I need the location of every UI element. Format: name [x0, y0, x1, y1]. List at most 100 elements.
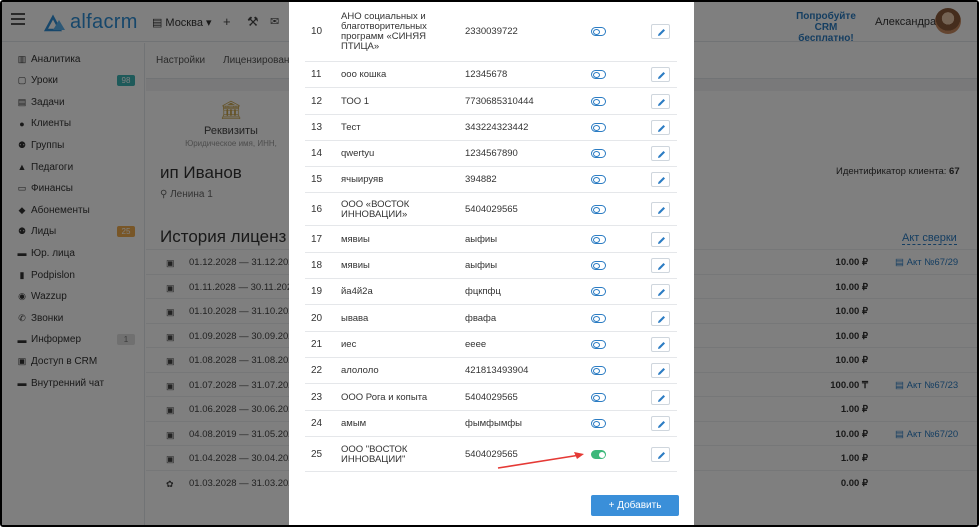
- entity-name: йа4й2а: [341, 286, 373, 297]
- entity-name: иес: [341, 339, 357, 350]
- edit-button[interactable]: [651, 446, 670, 462]
- entity-name: ООО «ВОСТОК ИННОВАЦИИ»: [341, 198, 410, 220]
- active-toggle[interactable]: [591, 261, 606, 270]
- add-legal-entity-button[interactable]: + Добавить: [591, 495, 679, 516]
- pencil-icon: [658, 394, 665, 402]
- pencil-icon: [658, 315, 665, 323]
- active-toggle[interactable]: [591, 313, 606, 323]
- entity-inn: аыфиы: [465, 260, 498, 271]
- edit-button[interactable]: [651, 284, 670, 299]
- table-row: 20 ывава фвафа: [305, 305, 677, 332]
- entity-inn: 394882: [465, 174, 497, 185]
- edit-button[interactable]: [651, 93, 670, 109]
- table-row: 10 АНО социальных и благотворительных про…: [305, 2, 677, 62]
- entity-name: ООО "ВОСТОК ИННОВАЦИИ": [341, 443, 408, 465]
- active-toggle[interactable]: [591, 175, 606, 184]
- edit-button[interactable]: [651, 24, 670, 39]
- row-number: 17: [311, 233, 323, 245]
- entity-name: ТОО 1: [341, 95, 370, 107]
- entity-name: qwertyu: [341, 148, 375, 159]
- table-row: 22 алололо 421813493904: [305, 358, 677, 384]
- active-toggle[interactable]: [591, 287, 606, 296]
- active-toggle[interactable]: [591, 70, 606, 79]
- row-number: 24: [311, 418, 323, 429]
- edit-button[interactable]: [651, 201, 670, 217]
- active-toggle[interactable]: [591, 204, 606, 214]
- active-toggle[interactable]: [591, 234, 606, 244]
- entity-name: АНО социальных и благотворительных прогр…: [341, 11, 427, 52]
- entity-inn: аыфиы: [465, 233, 498, 245]
- row-number: 25: [311, 448, 323, 460]
- edit-button[interactable]: [651, 337, 670, 352]
- pencil-icon: [658, 29, 665, 36]
- active-toggle[interactable]: [591, 340, 606, 349]
- table-row: 11 ооо кошка 12345678: [305, 62, 677, 88]
- row-number: 23: [311, 391, 323, 403]
- legal-entities-modal: 10 АНО социальных и благотворительных про…: [289, 2, 694, 525]
- entity-name: Тест: [341, 122, 361, 133]
- row-number: 14: [311, 148, 323, 159]
- edit-button[interactable]: [651, 231, 670, 247]
- entity-inn: фцкпфц: [465, 286, 501, 297]
- row-number: 19: [311, 286, 323, 297]
- active-toggle[interactable]: [591, 123, 606, 132]
- entity-name: ывава: [341, 312, 369, 324]
- table-row: 14 qwertyu 1234567890: [305, 141, 677, 167]
- table-row: 19 йа4й2а фцкпфц: [305, 279, 677, 305]
- entity-name: амым: [341, 418, 367, 429]
- active-toggle[interactable]: [591, 27, 606, 36]
- pencil-icon: [658, 151, 665, 158]
- entity-name: алололо: [341, 365, 379, 376]
- row-number: 16: [311, 203, 323, 215]
- active-toggle[interactable]: [591, 96, 606, 106]
- row-number: 11: [311, 69, 322, 80]
- entity-name: ячыируяв: [341, 174, 384, 185]
- table-row: 18 мявиы аыфиы: [305, 253, 677, 279]
- row-number: 15: [311, 174, 323, 185]
- pencil-icon: [658, 421, 665, 428]
- annotation-arrow-icon: [497, 452, 584, 469]
- pencil-icon: [658, 72, 665, 79]
- pencil-icon: [658, 98, 665, 106]
- pencil-icon: [658, 342, 665, 349]
- edit-button[interactable]: [651, 258, 670, 273]
- row-number: 18: [311, 260, 323, 271]
- edit-button[interactable]: [651, 172, 670, 187]
- entity-name: мявиы: [341, 260, 370, 271]
- edit-button[interactable]: [651, 310, 670, 326]
- active-toggle[interactable]: [591, 449, 606, 459]
- table-row: 17 мявиы аыфиы: [305, 226, 677, 253]
- edit-button[interactable]: [651, 146, 670, 161]
- pencil-icon: [658, 289, 665, 296]
- active-toggle[interactable]: [591, 392, 606, 402]
- entity-inn: 12345678: [465, 69, 508, 80]
- pencil-icon: [658, 451, 665, 459]
- pencil-icon: [658, 236, 665, 244]
- row-number: 21: [311, 339, 323, 350]
- entity-name: мявиы: [341, 233, 370, 245]
- pencil-icon: [658, 368, 665, 375]
- edit-button[interactable]: [651, 67, 670, 82]
- pencil-icon: [658, 177, 665, 184]
- table-row: 23 ООО Рога и копыта 5404029565: [305, 384, 677, 411]
- entity-name: ООО Рога и копыта: [341, 391, 428, 403]
- entity-inn: 343224323442: [465, 122, 529, 133]
- edit-button[interactable]: [651, 389, 670, 405]
- edit-button[interactable]: [651, 416, 670, 431]
- active-toggle[interactable]: [591, 149, 606, 158]
- table-row: 25 ООО "ВОСТОК ИННОВАЦИИ" 5404029565: [305, 437, 677, 472]
- entity-inn: 7730685310444: [465, 95, 534, 107]
- edit-button[interactable]: [651, 120, 670, 135]
- table-row: 21 иес ееее: [305, 332, 677, 358]
- row-number: 13: [311, 122, 323, 133]
- entity-inn: 421813493904: [465, 365, 529, 376]
- pencil-icon: [658, 125, 665, 132]
- entity-inn: фымфымфы: [465, 418, 522, 429]
- active-toggle[interactable]: [591, 419, 606, 428]
- entity-inn: 5404029565: [465, 391, 518, 403]
- active-toggle[interactable]: [591, 366, 606, 375]
- table-row: 16 ООО «ВОСТОК ИННОВАЦИИ» 5404029565: [305, 193, 677, 226]
- table-row: 24 амым фымфымфы: [305, 411, 677, 437]
- table-row: 13 Тест 343224323442: [305, 115, 677, 141]
- edit-button[interactable]: [651, 363, 670, 378]
